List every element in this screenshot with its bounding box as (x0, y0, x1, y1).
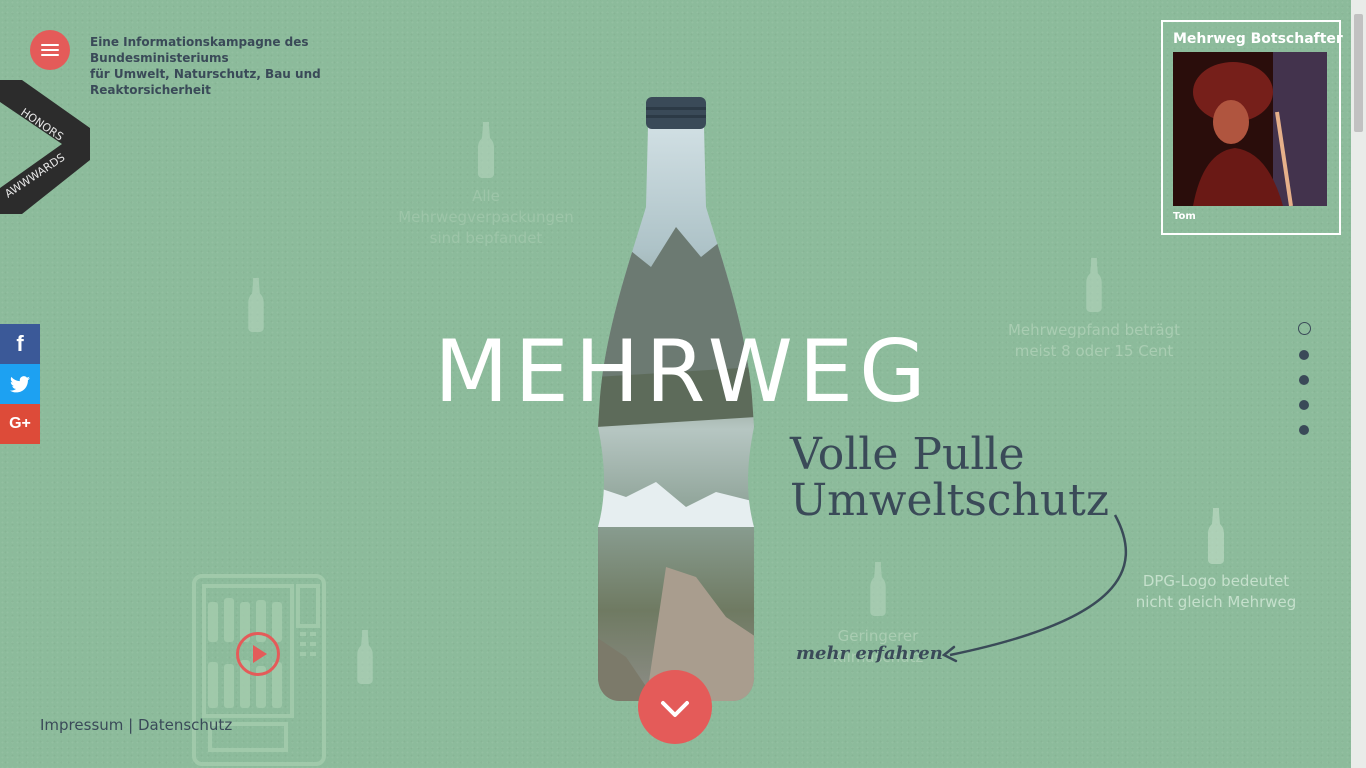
fact-dpg-logo: DPG-Logo bedeutet nicht gleich Mehrweg (1135, 572, 1297, 611)
section-pagination (1297, 322, 1311, 450)
vertical-scrollbar[interactable] (1351, 0, 1366, 768)
menu-button[interactable] (30, 30, 70, 70)
pagination-dot-5[interactable] (1299, 425, 1309, 435)
pagination-dot-3[interactable] (1299, 375, 1309, 385)
pagination-dot-1[interactable] (1297, 322, 1311, 335)
bottle-icon (1208, 508, 1224, 564)
hero-title: MEHRWEG (434, 322, 932, 422)
awwwards-ribbon[interactable]: HONORS AWWWARDS (0, 80, 90, 220)
bottle-icon (1086, 258, 1102, 312)
pagination-dot-4[interactable] (1299, 400, 1309, 410)
pagination-dot-2[interactable] (1299, 350, 1309, 360)
bottle-icon (870, 562, 886, 616)
scrollbar-thumb[interactable] (1354, 14, 1363, 132)
tagline-line-2: für Umwelt, Naturschutz, Bau und Reaktor… (90, 67, 321, 97)
impressum-link[interactable]: Impressum (40, 716, 123, 734)
ambassador-photo (1173, 52, 1327, 206)
more-info-link[interactable]: mehr erfahren (796, 643, 943, 664)
datenschutz-link[interactable]: Datenschutz (138, 716, 232, 734)
play-video-button[interactable] (236, 632, 280, 676)
bottle-icon (357, 630, 373, 684)
footer-links: Impressum | Datenschutz (40, 716, 232, 734)
ambassador-card[interactable]: Mehrweg Botschafter Tom (1161, 20, 1343, 235)
play-icon (253, 645, 267, 663)
ambassador-name: Tom (1173, 211, 1196, 222)
ambassador-title: Mehrweg Botschafter (1173, 31, 1343, 47)
tagline-line-1: Eine Informationskampagne des Bundesmini… (90, 35, 309, 65)
curved-arrow-icon (941, 514, 1128, 663)
chevron-down-icon (661, 701, 689, 717)
hamburger-icon (41, 44, 59, 46)
headline-line-1: Volle Pulle (790, 429, 1025, 480)
scroll-down-button[interactable] (638, 670, 712, 744)
bottle-icon (478, 122, 494, 178)
footer-separator: | (128, 716, 134, 734)
campaign-tagline: Eine Informationskampagne des Bundesmini… (90, 34, 430, 98)
fact-pfand: Alle Mehrwegverpackungen sind bepfandet (398, 187, 574, 247)
